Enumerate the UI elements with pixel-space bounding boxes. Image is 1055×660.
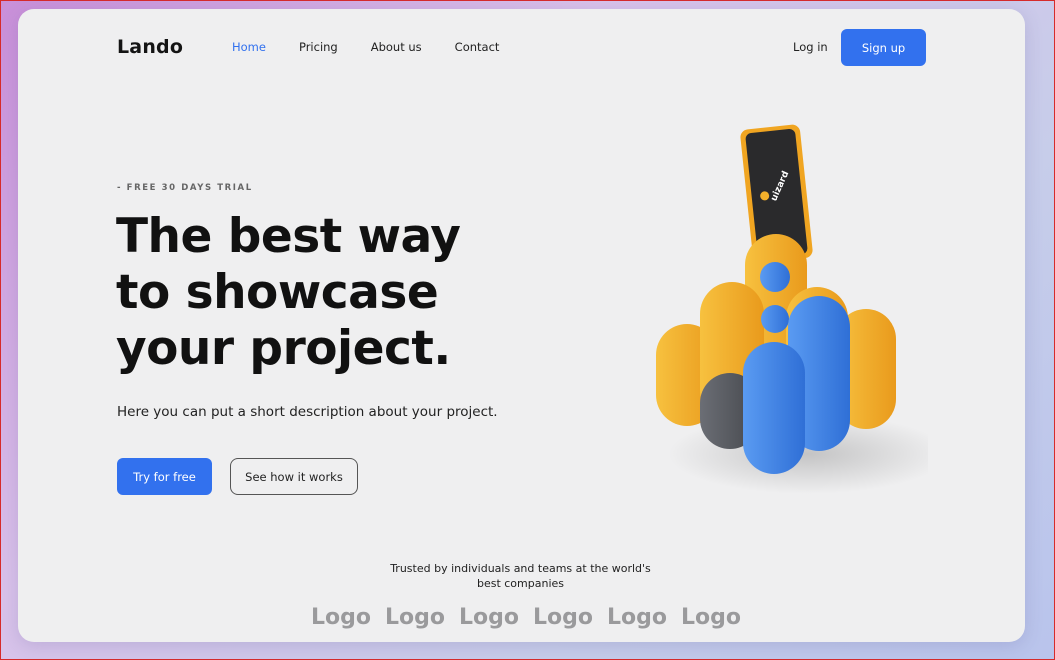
- blue-ball-top: [760, 262, 790, 292]
- trusted-line-1: Trusted by individuals and teams at the …: [390, 562, 651, 575]
- try-for-free-button[interactable]: Try for free: [117, 458, 212, 495]
- headline-line-3: your project.: [116, 321, 451, 376]
- brand-logo[interactable]: Lando: [117, 36, 183, 58]
- nav-item-about[interactable]: About us: [371, 40, 422, 54]
- nav-item-home[interactable]: Home: [232, 40, 266, 54]
- hero-headline: The best way to showcase your project.: [116, 209, 536, 377]
- blue-ball-bottom: [761, 305, 789, 333]
- partner-logo: Logo: [607, 605, 667, 630]
- main-nav: Home Pricing About us Contact: [232, 40, 499, 54]
- hero-description: Here you can put a short description abo…: [117, 404, 498, 420]
- partner-logos: Logo Logo Logo Logo Logo Logo: [311, 605, 741, 630]
- signup-button[interactable]: Sign up: [841, 29, 926, 66]
- blue-pillar-front: [743, 342, 805, 474]
- trusted-by-text: Trusted by individuals and teams at the …: [368, 561, 673, 591]
- nav-item-contact[interactable]: Contact: [455, 40, 500, 54]
- partner-logo: Logo: [533, 605, 593, 630]
- partner-logo: Logo: [681, 605, 741, 630]
- hero-illustration: uizard: [656, 124, 928, 494]
- partner-logo: Logo: [385, 605, 445, 630]
- partner-logo: Logo: [459, 605, 519, 630]
- partner-logo: Logo: [311, 605, 371, 630]
- headline-line-1: The best way: [116, 209, 461, 264]
- see-how-it-works-button[interactable]: See how it works: [230, 458, 358, 495]
- headline-line-2: to showcase: [116, 265, 439, 320]
- landing-page: Lando Home Pricing About us Contact Log …: [18, 9, 1025, 642]
- trial-eyebrow: - FREE 30 DAYS TRIAL: [117, 183, 253, 193]
- trusted-line-2: best companies: [476, 577, 565, 590]
- nav-item-pricing[interactable]: Pricing: [299, 40, 338, 54]
- login-link[interactable]: Log in: [793, 40, 828, 54]
